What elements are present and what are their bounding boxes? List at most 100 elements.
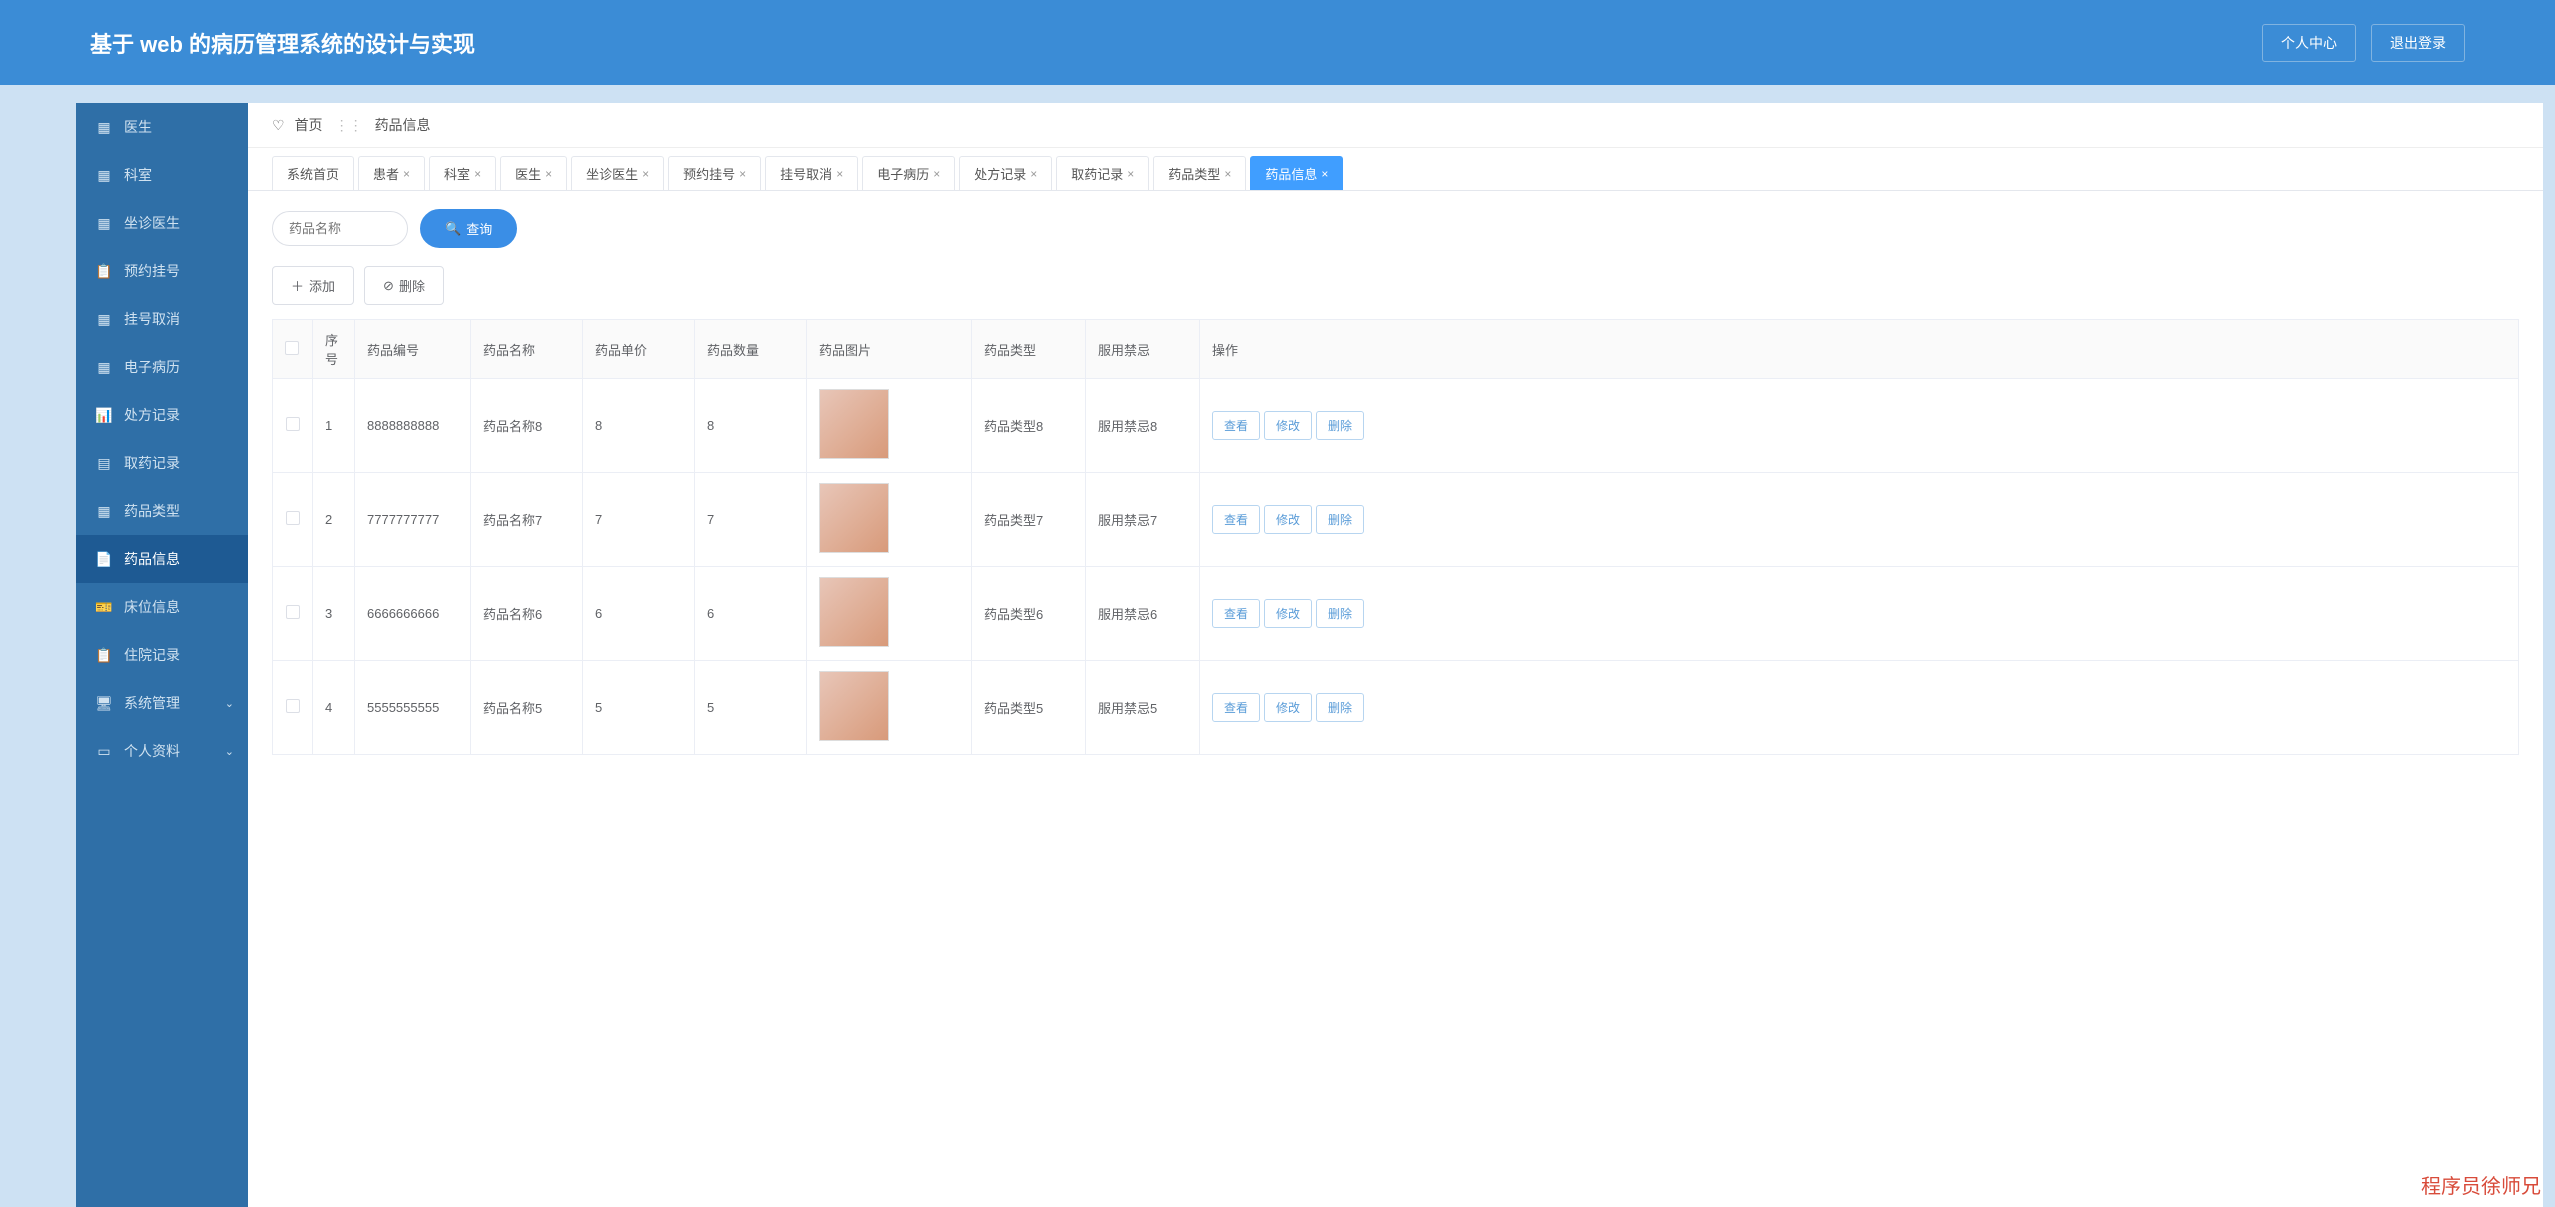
cell-img xyxy=(807,473,972,567)
tab-label: 挂号取消 xyxy=(780,164,832,183)
cell-type: 药品类型6 xyxy=(972,567,1086,661)
breadcrumb-separator: ⋮⋮ xyxy=(335,117,363,134)
table-row: 27777777777药品名称777药品类型7服用禁忌7查看修改删除 xyxy=(273,473,2519,567)
grid-icon: ▦ xyxy=(96,311,112,327)
cell-ops: 查看修改删除 xyxy=(1200,661,2519,755)
delete-button[interactable]: ⊘ 删除 xyxy=(364,266,444,305)
product-thumbnail xyxy=(819,389,889,459)
row-delete-button[interactable]: 删除 xyxy=(1316,693,1364,722)
row-delete-button[interactable]: 删除 xyxy=(1316,411,1364,440)
close-icon[interactable]: × xyxy=(1030,167,1037,181)
tab-11[interactable]: 药品信息× xyxy=(1250,156,1343,190)
close-icon[interactable]: × xyxy=(1224,167,1231,181)
close-icon[interactable]: × xyxy=(403,167,410,181)
close-icon[interactable]: × xyxy=(836,167,843,181)
sidebar-item-6[interactable]: 📊处方记录 xyxy=(76,391,248,439)
cell-ops: 查看修改删除 xyxy=(1200,473,2519,567)
tab-3[interactable]: 医生× xyxy=(500,156,567,190)
product-thumbnail xyxy=(819,671,889,741)
cell-img xyxy=(807,567,972,661)
edit-button[interactable]: 修改 xyxy=(1264,599,1312,628)
close-icon[interactable]: × xyxy=(1127,167,1134,181)
tab-10[interactable]: 药品类型 × xyxy=(1153,156,1246,190)
sidebar-item-label: 医生 xyxy=(124,117,152,137)
tab-4[interactable]: 坐诊医生× xyxy=(571,156,664,190)
tab-8[interactable]: 处方记录× xyxy=(959,156,1052,190)
view-button[interactable]: 查看 xyxy=(1212,599,1260,628)
col-name: 药品名称 xyxy=(471,320,583,379)
monitor-icon: 🖥 xyxy=(96,695,112,711)
main-content: ♡ 首页 ⋮⋮ 药品信息 系统首页患者×科室×医生×坐诊医生×预约挂号×挂号取消… xyxy=(248,103,2543,1207)
cell-qty: 8 xyxy=(695,379,807,473)
sidebar-item-7[interactable]: ▤取药记录 xyxy=(76,439,248,487)
sidebar-item-5[interactable]: ▦电子病历 xyxy=(76,343,248,391)
tab-label: 患者 xyxy=(373,164,399,183)
edit-button[interactable]: 修改 xyxy=(1264,693,1312,722)
cell-seq: 2 xyxy=(313,473,355,567)
action-bar: ＋ 添加 ⊘ 删除 xyxy=(248,266,2543,319)
cell-seq: 1 xyxy=(313,379,355,473)
sidebar-item-13[interactable]: ▭个人资料⌄ xyxy=(76,727,248,775)
profile-button[interactable]: 个人中心 xyxy=(2262,24,2356,62)
close-icon[interactable]: × xyxy=(474,167,481,181)
view-button[interactable]: 查看 xyxy=(1212,505,1260,534)
sidebar-item-9[interactable]: 📄药品信息 xyxy=(76,535,248,583)
ticket-icon: 🎫 xyxy=(96,599,112,615)
header-actions: 个人中心 退出登录 xyxy=(2262,24,2465,62)
tab-0[interactable]: 系统首页 xyxy=(272,156,354,190)
sidebar-item-10[interactable]: 🎫床位信息 xyxy=(76,583,248,631)
edit-button[interactable]: 修改 xyxy=(1264,505,1312,534)
calendar-icon: ▤ xyxy=(96,455,112,471)
table-row: 18888888888药品名称888药品类型8服用禁忌8查看修改删除 xyxy=(273,379,2519,473)
cell-type: 药品类型5 xyxy=(972,661,1086,755)
row-checkbox[interactable] xyxy=(286,417,300,431)
breadcrumb: ♡ 首页 ⋮⋮ 药品信息 xyxy=(248,103,2543,148)
select-all-checkbox[interactable] xyxy=(285,341,299,355)
close-icon[interactable]: × xyxy=(739,167,746,181)
view-button[interactable]: 查看 xyxy=(1212,693,1260,722)
product-thumbnail xyxy=(819,577,889,647)
tab-7[interactable]: 电子病历× xyxy=(862,156,955,190)
sidebar-item-0[interactable]: ▦医生 xyxy=(76,103,248,151)
tab-9[interactable]: 取药记录× xyxy=(1056,156,1149,190)
sidebar-item-2[interactable]: ▦坐诊医生 xyxy=(76,199,248,247)
close-icon[interactable]: × xyxy=(933,167,940,181)
header: 基于 web 的病历管理系统的设计与实现 个人中心 退出登录 xyxy=(0,0,2555,85)
tab-label: 药品类型 xyxy=(1168,164,1220,183)
row-checkbox[interactable] xyxy=(286,605,300,619)
sidebar-item-label: 预约挂号 xyxy=(124,261,180,281)
sidebar-item-3[interactable]: 📋预约挂号 xyxy=(76,247,248,295)
cell-qty: 7 xyxy=(695,473,807,567)
breadcrumb-home[interactable]: 首页 xyxy=(295,115,323,135)
add-button[interactable]: ＋ 添加 xyxy=(272,266,354,305)
close-icon[interactable]: × xyxy=(1321,167,1328,181)
sidebar-item-label: 住院记录 xyxy=(124,645,180,665)
sidebar: ▦医生▦科室▦坐诊医生📋预约挂号▦挂号取消▦电子病历📊处方记录▤取药记录▦药品类… xyxy=(76,103,248,1207)
cell-ops: 查看修改删除 xyxy=(1200,379,2519,473)
col-img: 药品图片 xyxy=(807,320,972,379)
close-icon[interactable]: × xyxy=(642,167,649,181)
add-button-label: 添加 xyxy=(309,276,335,295)
sidebar-item-4[interactable]: ▦挂号取消 xyxy=(76,295,248,343)
tab-6[interactable]: 挂号取消 × xyxy=(765,156,858,190)
search-button[interactable]: 🔍 查询 xyxy=(420,209,517,248)
close-icon[interactable]: × xyxy=(545,167,552,181)
tab-label: 系统首页 xyxy=(287,164,339,183)
row-checkbox[interactable] xyxy=(286,699,300,713)
edit-button[interactable]: 修改 xyxy=(1264,411,1312,440)
cell-price: 5 xyxy=(583,661,695,755)
row-checkbox[interactable] xyxy=(286,511,300,525)
tab-5[interactable]: 预约挂号× xyxy=(668,156,761,190)
view-button[interactable]: 查看 xyxy=(1212,411,1260,440)
row-delete-button[interactable]: 删除 xyxy=(1316,505,1364,534)
sidebar-item-11[interactable]: 📋住院记录 xyxy=(76,631,248,679)
cell-code: 5555555555 xyxy=(355,661,471,755)
sidebar-item-1[interactable]: ▦科室 xyxy=(76,151,248,199)
sidebar-item-8[interactable]: ▦药品类型 xyxy=(76,487,248,535)
logout-button[interactable]: 退出登录 xyxy=(2371,24,2465,62)
tab-2[interactable]: 科室× xyxy=(429,156,496,190)
row-delete-button[interactable]: 删除 xyxy=(1316,599,1364,628)
tab-1[interactable]: 患者 × xyxy=(358,156,425,190)
search-input[interactable] xyxy=(272,211,408,246)
sidebar-item-12[interactable]: 🖥系统管理⌄ xyxy=(76,679,248,727)
